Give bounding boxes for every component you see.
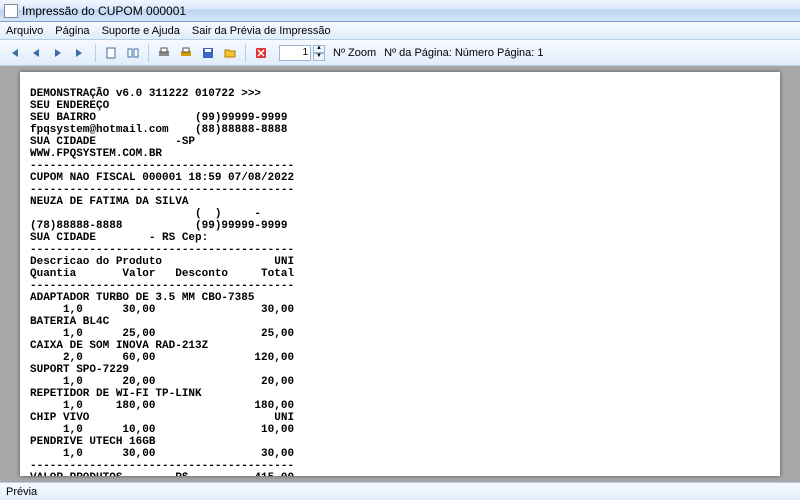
zoom-input[interactable] — [279, 45, 311, 61]
zoom-control: ▲ ▼ Nº Zoom — [279, 45, 376, 61]
receipt-line: 2,0 60,00 120,00 — [30, 352, 294, 364]
nav-prev-button[interactable] — [26, 43, 46, 63]
receipt-line: (78)88888-8888 (99)99999-9999 — [30, 220, 287, 232]
receipt-line: DEMONSTRAÇÃO v6.0 311222 010722 >>> — [30, 88, 261, 100]
toolbar: ▲ ▼ Nº Zoom Nº da Página: Número Página:… — [0, 40, 800, 66]
receipt-line: Quantia Valor Desconto Total — [30, 268, 294, 280]
receipt-page: DEMONSTRAÇÃO v6.0 311222 010722 >>> SEU … — [20, 72, 780, 476]
close-button[interactable] — [251, 43, 271, 63]
page-number-label: Nº da Página: Número Página: 1 — [384, 47, 543, 59]
receipt-line: ADAPTADOR TURBO DE 3.5 MM CBO-7385 — [30, 292, 254, 304]
print-setup-button[interactable] — [154, 43, 174, 63]
receipt-divider: ---------------------------------------- — [30, 460, 294, 472]
print-button[interactable] — [176, 43, 196, 63]
menu-suporte[interactable]: Suporte e Ajuda — [102, 25, 180, 37]
receipt-line: CHIP VIVO UNI — [30, 412, 294, 424]
receipt-line: SEU ENDEREÇO — [30, 100, 109, 112]
receipt-line: 1,0 180,00 180,00 — [30, 400, 294, 412]
save-button[interactable] — [198, 43, 218, 63]
toolbar-separator — [95, 44, 96, 62]
app-icon — [4, 4, 18, 18]
receipt-line: WWW.FPQSYSTEM.COM.BR — [30, 148, 162, 160]
window-title: Impressão do CUPOM 000001 — [22, 4, 186, 18]
receipt-line: REPETIDOR DE WI-FI TP-LINK — [30, 388, 202, 400]
zoom-spinner[interactable]: ▲ ▼ — [313, 45, 325, 61]
open-button[interactable] — [220, 43, 240, 63]
preview-viewport[interactable]: DEMONSTRAÇÃO v6.0 311222 010722 >>> SEU … — [0, 66, 800, 482]
receipt-line: CUPOM NAO FISCAL 000001 18:59 07/08/2022 — [30, 172, 294, 184]
receipt-divider: ---------------------------------------- — [30, 244, 294, 256]
statusbar: Prévia — [0, 482, 800, 500]
receipt-line: VALOR PRODUTOS R$ 415,00 — [30, 472, 294, 476]
receipt-line: 1,0 20,00 20,00 — [30, 376, 294, 388]
nav-last-button[interactable] — [70, 43, 90, 63]
nav-next-button[interactable] — [48, 43, 68, 63]
receipt-line: fpqsystem@hotmail.com (88)88888-8888 — [30, 124, 287, 136]
receipt-line: 1,0 25,00 25,00 — [30, 328, 294, 340]
receipt-divider: ---------------------------------------- — [30, 184, 294, 196]
receipt-line: Descricao do Produto UNI — [30, 256, 294, 268]
receipt-line: SUA CIDADE -SP — [30, 136, 195, 148]
view-single-button[interactable] — [101, 43, 121, 63]
status-text: Prévia — [6, 486, 37, 498]
receipt-line: 1,0 30,00 30,00 — [30, 304, 294, 316]
receipt-line: SUA CIDADE - RS Cep: — [30, 232, 208, 244]
receipt-line: SEU BAIRRO (99)99999-9999 — [30, 112, 287, 124]
menu-arquivo[interactable]: Arquivo — [6, 25, 43, 37]
receipt-divider: ---------------------------------------- — [30, 280, 294, 292]
receipt-divider: ---------------------------------------- — [30, 160, 294, 172]
receipt-line: ( ) - — [30, 208, 261, 220]
receipt-line: BATERIA BL4C — [30, 316, 109, 328]
receipt-line: SUPORT SPO-7229 — [30, 364, 129, 376]
zoom-up-icon[interactable]: ▲ — [313, 45, 325, 53]
titlebar: Impressão do CUPOM 000001 — [0, 0, 800, 22]
nav-first-button[interactable] — [4, 43, 24, 63]
receipt-line: CAIXA DE SOM INOVA RAD-213Z — [30, 340, 208, 352]
zoom-label: Nº Zoom — [333, 47, 376, 59]
menubar: Arquivo Página Suporte e Ajuda Sair da P… — [0, 22, 800, 40]
receipt-line: 1,0 30,00 30,00 — [30, 448, 294, 460]
toolbar-separator — [245, 44, 246, 62]
view-multi-button[interactable] — [123, 43, 143, 63]
receipt-line: PENDRIVE UTECH 16GB — [30, 436, 155, 448]
receipt-line: 1,0 10,00 10,00 — [30, 424, 294, 436]
zoom-down-icon[interactable]: ▼ — [313, 53, 325, 61]
menu-pagina[interactable]: Página — [55, 25, 89, 37]
toolbar-separator — [148, 44, 149, 62]
receipt-line: NEUZA DE FATIMA DA SILVA — [30, 196, 188, 208]
menu-sair[interactable]: Sair da Prévia de Impressão — [192, 25, 331, 37]
